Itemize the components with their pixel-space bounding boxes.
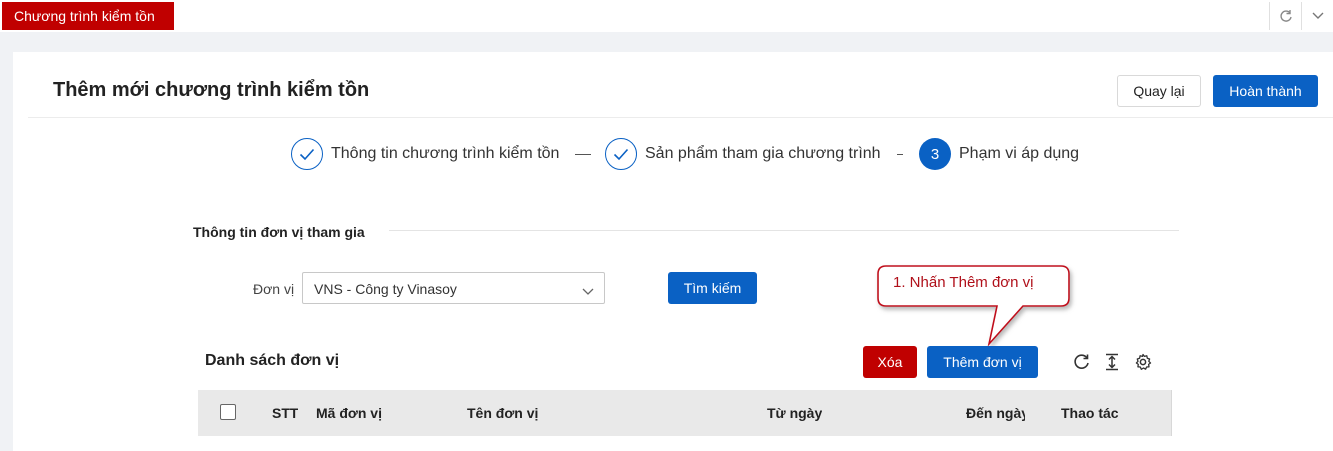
finish-button[interactable]: Hoàn thành bbox=[1213, 75, 1318, 107]
column-header-from-date[interactable]: Từ ngày bbox=[767, 405, 822, 421]
step-3-number: 3 bbox=[919, 138, 951, 170]
app-tab[interactable]: Chương trình kiểm tồn bbox=[2, 2, 174, 30]
search-button[interactable]: Tìm kiếm bbox=[668, 272, 757, 304]
step-connector bbox=[897, 154, 903, 155]
back-button[interactable]: Quay lại bbox=[1117, 75, 1201, 107]
caret-down-icon bbox=[582, 283, 594, 301]
callout-text: 1. Nhấn Thêm đơn vị bbox=[893, 274, 1034, 291]
step-connector bbox=[575, 154, 591, 155]
column-height-icon[interactable] bbox=[1102, 352, 1122, 372]
column-header-actions[interactable]: Thao tác bbox=[1061, 405, 1119, 421]
top-bar: Chương trình kiểm tồn bbox=[0, 0, 1333, 32]
chevron-down-icon[interactable] bbox=[1301, 2, 1333, 30]
section-title: Thông tin đơn vị tham gia bbox=[193, 224, 365, 240]
step-1-label: Thông tin chương trình kiểm tồn bbox=[331, 145, 560, 162]
section-divider bbox=[389, 230, 1179, 231]
step-1-check-icon bbox=[291, 138, 323, 170]
refresh-icon[interactable] bbox=[1072, 352, 1092, 372]
step-2-label: Sản phẩm tham gia chương trình bbox=[645, 145, 881, 162]
step-3-label: Phạm vi áp dụng bbox=[959, 145, 1080, 162]
add-unit-button[interactable]: Thêm đơn vị bbox=[927, 346, 1038, 378]
column-header-to-date[interactable]: Đến ngày bbox=[966, 405, 1025, 421]
header-divider bbox=[28, 117, 1333, 118]
unit-select[interactable]: VNS - Công ty Vinasoy bbox=[302, 272, 605, 304]
unit-select-value: VNS - Công ty Vinasoy bbox=[314, 281, 457, 297]
table-header: STT Mã đơn vị Tên đơn vị Từ ngày Đến ngà… bbox=[198, 390, 1172, 436]
column-header-stt[interactable]: STT bbox=[272, 405, 298, 421]
refresh-icon[interactable] bbox=[1269, 2, 1301, 30]
settings-icon[interactable] bbox=[1133, 352, 1153, 372]
page-title: Thêm mới chương trình kiểm tồn bbox=[53, 79, 370, 101]
column-header-name[interactable]: Tên đơn vị bbox=[467, 405, 538, 421]
list-title: Danh sách đơn vị bbox=[205, 352, 340, 369]
step-2-check-icon bbox=[605, 138, 637, 170]
delete-button[interactable]: Xóa bbox=[863, 346, 917, 378]
column-header-code[interactable]: Mã đơn vị bbox=[316, 405, 382, 421]
unit-label: Đơn vị bbox=[253, 281, 295, 297]
select-all-checkbox[interactable] bbox=[220, 404, 236, 420]
main-card: Thêm mới chương trình kiểm tồn Quay lại … bbox=[13, 52, 1333, 451]
